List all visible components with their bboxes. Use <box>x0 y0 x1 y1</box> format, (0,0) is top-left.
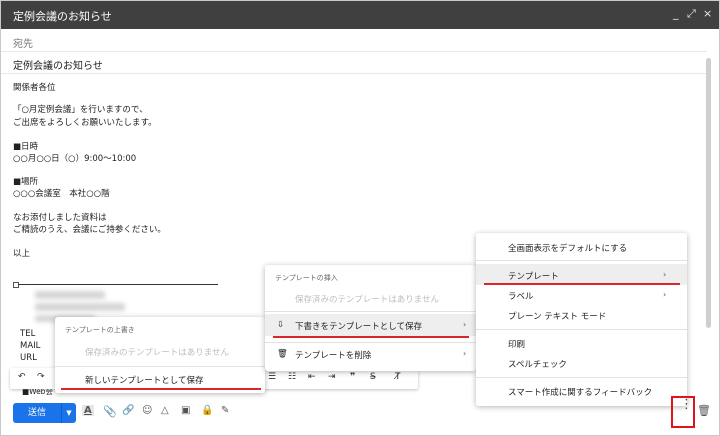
blurred-text <box>35 291 105 299</box>
trash-icon: 🗑 <box>277 349 288 359</box>
compose-titlebar: 定例会議のお知らせ _ ⤢ × <box>1 1 719 29</box>
highlight-underline <box>61 388 261 390</box>
indent-less-icon[interactable]: ⇤ <box>308 372 316 382</box>
no-templates-text: 保存済みのテンプレートはありません <box>295 295 439 305</box>
to-label: 宛先 <box>13 39 33 50</box>
compose-title: 定例会議のお知らせ <box>13 10 112 23</box>
menu-divider <box>55 366 265 367</box>
schedule-send-dropdown[interactable]: ▼ <box>61 403 76 423</box>
confidential-mode-icon[interactable]: 🔒 <box>201 405 213 416</box>
drive-icon[interactable]: △ <box>161 405 169 416</box>
template-item[interactable]: テンプレート <box>508 270 559 282</box>
body-line: ご出席をよろしくお願いいたします。 <box>13 118 157 128</box>
strikethrough-icon[interactable]: S̶ <box>370 372 376 382</box>
signature-marker <box>13 282 19 288</box>
highlight-underline <box>273 336 469 338</box>
template-insert-header: テンプレートの挿入 <box>275 274 338 282</box>
delete-template-item[interactable]: テンプレートを削除 <box>295 349 371 361</box>
blurred-text <box>35 303 125 311</box>
body-line: なお添付しました資料は <box>13 213 107 223</box>
menu-divider <box>476 377 687 378</box>
bulleted-list-icon[interactable]: ☷ <box>288 372 296 382</box>
menu-divider <box>476 329 687 330</box>
signature-divider <box>18 284 218 285</box>
signature-url: URL <box>20 353 37 363</box>
discard-draft-icon[interactable]: 🗑 <box>697 404 711 417</box>
fullscreen-icon[interactable]: ⤢ <box>687 7 696 21</box>
chevron-right-icon: › <box>463 349 467 358</box>
template-overwrite-menu: テンプレートの上書き 保存済みのテンプレートはありません 新しいテンプレートとし… <box>55 317 265 393</box>
chevron-right-icon: › <box>663 290 667 299</box>
scrollbar[interactable] <box>706 58 711 328</box>
clear-formatting-icon[interactable]: T̸ <box>395 372 401 382</box>
menu-divider <box>476 260 687 261</box>
default-fullscreen-item[interactable]: 全画面表示をデフォルトにする <box>508 242 627 254</box>
no-templates-text: 保存済みのテンプレートはありません <box>85 348 229 358</box>
save-as-new-template-item[interactable]: 新しいテンプレートとして保存 <box>85 374 204 386</box>
body-line: ○○月○○日（○）9:00〜10:00 <box>13 154 137 164</box>
body-line: 「○月定例会議」を行いますので、 <box>13 105 148 115</box>
save-draft-icon: ⇩ <box>277 320 285 330</box>
signature-mail: MAIL <box>20 341 41 351</box>
menu-divider <box>265 342 476 343</box>
subject-field[interactable]: 定例会議のお知らせ <box>1 51 707 74</box>
body-line: ○○○会議室 本社○○階 <box>13 189 110 199</box>
template-submenu: テンプレートの挿入 保存済みのテンプレートはありません ⇩ 下書きをテンプレート… <box>265 265 476 371</box>
print-item[interactable]: 印刷 <box>508 338 525 350</box>
more-vert-icon: ⋮ <box>680 397 693 412</box>
chevron-right-icon: › <box>663 270 667 279</box>
save-draft-as-template-item[interactable]: 下書きをテンプレートとして保存 <box>295 320 422 332</box>
plain-text-mode-item[interactable]: プレーン テキスト モード <box>508 310 606 322</box>
photo-icon[interactable]: ▣ <box>181 405 190 416</box>
signature-icon[interactable]: ✎ <box>221 405 229 416</box>
body-line: ■日時 <box>13 142 39 152</box>
more-options-button[interactable]: ⋮ <box>671 396 695 428</box>
body-line: 関係者各位 <box>13 83 56 93</box>
body-line: ご精読のうえ、会議にご持参ください。 <box>13 225 166 235</box>
minimize-icon[interactable]: _ <box>673 7 679 20</box>
send-button[interactable]: 送信 <box>13 403 61 423</box>
body-line: 以上 <box>13 249 31 259</box>
chevron-right-icon: › <box>463 320 467 329</box>
overwrite-header: テンプレートの上書き <box>65 326 135 334</box>
formatting-options-icon[interactable]: A <box>82 405 94 416</box>
redo-icon[interactable]: ↷ <box>37 372 45 382</box>
link-icon[interactable]: 🔗 <box>122 405 134 416</box>
body-line: ■場所 <box>13 177 39 187</box>
more-options-menu: 全画面表示をデフォルトにする テンプレート › ラベル › プレーン テキスト … <box>476 233 687 406</box>
smart-compose-feedback-item[interactable]: スマート作成に関するフィードバック <box>508 386 652 398</box>
label-item[interactable]: ラベル <box>508 290 534 302</box>
indent-more-icon[interactable]: ⇥ <box>328 372 336 382</box>
spellcheck-item[interactable]: スペルチェック <box>508 358 567 370</box>
to-field[interactable]: 宛先 <box>1 29 707 52</box>
numbered-list-icon[interactable]: ☰ <box>268 372 276 382</box>
undo-icon[interactable]: ↶ <box>18 372 26 382</box>
highlight-underline <box>484 283 680 285</box>
emoji-icon[interactable]: ☺ <box>142 405 152 416</box>
subject-text: 定例会議のお知らせ <box>13 61 103 72</box>
close-icon[interactable]: × <box>703 7 712 20</box>
signature-tel: TEL <box>20 329 36 339</box>
menu-divider <box>265 311 476 312</box>
attach-icon[interactable]: 📎 <box>103 405 117 418</box>
quote-icon[interactable]: ❞ <box>350 372 355 382</box>
